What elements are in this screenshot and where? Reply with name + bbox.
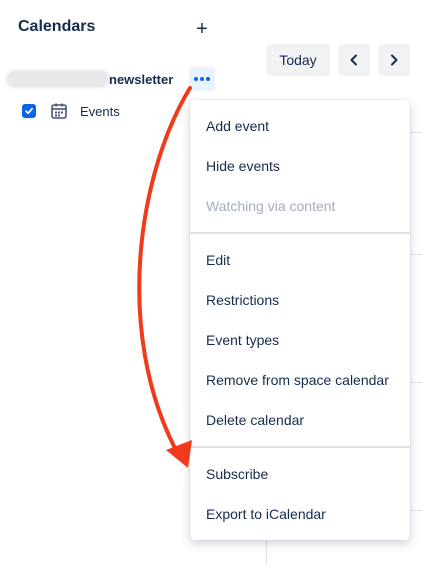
calendar-item[interactable]: newsletter (0, 66, 220, 92)
more-dots-icon (194, 77, 198, 81)
next-button[interactable] (378, 44, 410, 76)
calendar-actions-menu: Add event Hide events Watching via conte… (190, 100, 410, 540)
calendar-name: newsletter (109, 72, 174, 87)
menu-item-subscribe[interactable]: Subscribe (190, 454, 410, 494)
calendar-more-actions-button[interactable] (189, 67, 215, 91)
menu-item-watching-via-content: Watching via content (206, 198, 336, 214)
checkbox-checked-icon[interactable] (22, 104, 36, 118)
previous-button[interactable] (338, 44, 370, 76)
chevron-right-icon (391, 54, 398, 66)
menu-item-remove-from-space-calendar[interactable]: Remove from space calendar (190, 360, 410, 400)
chevron-left-icon (350, 54, 357, 66)
sub-calendar-label: Events (80, 103, 120, 119)
calendar-grid-line (410, 382, 422, 383)
calendar-grid-line (410, 132, 422, 133)
menu-divider (190, 232, 410, 234)
add-calendar-button[interactable]: + (192, 18, 212, 40)
menu-item-event-types[interactable]: Event types (190, 320, 410, 360)
calendar-grid-line (410, 254, 422, 255)
sidebar-title: Calendars (18, 18, 96, 35)
menu-item-edit[interactable]: Edit (190, 240, 410, 280)
calendar-icon (51, 103, 67, 119)
menu-item-restrictions[interactable]: Restrictions (190, 280, 410, 320)
calendar-grid-line (410, 510, 422, 511)
menu-item-delete-calendar[interactable]: Delete calendar (190, 400, 410, 440)
today-button[interactable]: Today (266, 44, 330, 76)
menu-item-add-event[interactable]: Add event (190, 106, 410, 146)
plus-icon: + (196, 17, 208, 40)
menu-item-export-to-icalendar[interactable]: Export to iCalendar (190, 494, 410, 534)
menu-divider (190, 446, 410, 448)
sub-calendar-item[interactable]: Events (22, 100, 120, 122)
menu-item-hide-events[interactable]: Hide events (190, 146, 410, 186)
